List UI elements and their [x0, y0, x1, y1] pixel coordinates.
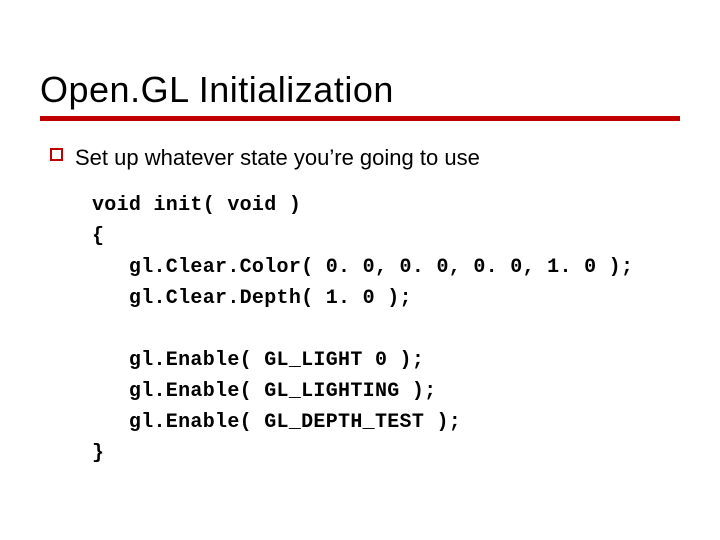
- slide: Open.GL Initialization Set up whatever s…: [0, 0, 720, 540]
- bullet-item: Set up whatever state you’re going to us…: [50, 143, 680, 173]
- code-block: void init( void ) { gl.Clear.Color( 0. 0…: [92, 190, 680, 469]
- bullet-text: Set up whatever state you’re going to us…: [75, 143, 480, 173]
- title-underline: [40, 116, 680, 121]
- square-bullet-icon: [50, 148, 63, 161]
- page-title: Open.GL Initialization: [40, 70, 680, 110]
